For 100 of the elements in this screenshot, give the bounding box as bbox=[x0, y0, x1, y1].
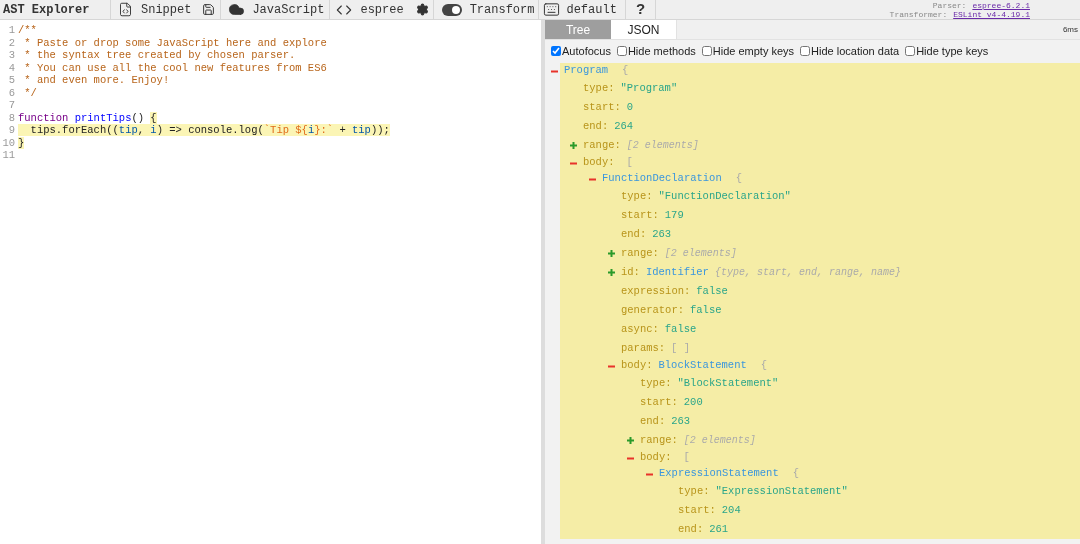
line-number: 3 bbox=[7, 49, 16, 62]
option-checkbox[interactable] bbox=[800, 46, 811, 56]
line-number: 1 bbox=[7, 24, 16, 37]
property-value: 264 bbox=[614, 118, 634, 134]
cloud-icon bbox=[228, 1, 246, 18]
property-key: range: bbox=[640, 432, 678, 449]
property-key: generator: bbox=[621, 302, 684, 319]
property-value: "BlockStatement" bbox=[677, 375, 779, 391]
property-key: range: bbox=[621, 245, 659, 262]
property-value: [ ] bbox=[671, 340, 690, 356]
expand-icon[interactable] bbox=[627, 437, 634, 444]
version-link[interactable]: espree-6.2.1 bbox=[972, 1, 1030, 10]
option-label: Hide type keys bbox=[916, 43, 989, 59]
line-number: 2 bbox=[7, 36, 16, 49]
help-button[interactable]: ? bbox=[625, 0, 656, 19]
option-checkbox[interactable] bbox=[701, 46, 712, 56]
output-tab[interactable]: JSON bbox=[611, 20, 677, 39]
collapsed-summary: [2 elements] bbox=[683, 434, 756, 448]
expand-icon[interactable] bbox=[570, 142, 577, 149]
line-number: 10 bbox=[1, 136, 16, 149]
transform-button[interactable]: Transform bbox=[433, 0, 539, 19]
parser-button[interactable]: espree bbox=[330, 0, 412, 19]
keymap-button[interactable]: default bbox=[539, 0, 625, 19]
toggle-on-icon bbox=[441, 3, 462, 16]
property-value: 261 bbox=[709, 521, 729, 537]
property-key: type: bbox=[640, 375, 672, 392]
expand-icon[interactable] bbox=[608, 250, 615, 257]
save-icon bbox=[202, 3, 216, 16]
property-value: 200 bbox=[683, 394, 703, 410]
option-label: Hide location data bbox=[811, 43, 900, 59]
option-checkbox[interactable] bbox=[616, 46, 627, 56]
version-label: Transformer: bbox=[889, 10, 948, 19]
property-key: start: bbox=[621, 207, 659, 224]
option-label: Hide methods bbox=[627, 43, 696, 59]
property-value: "Program" bbox=[620, 80, 678, 96]
parse-time: 6ms bbox=[1062, 23, 1079, 36]
property-key: type: bbox=[583, 80, 615, 97]
property-value: 0 bbox=[626, 99, 634, 115]
collapsed-summary: {type, start, end, range, name} bbox=[714, 266, 901, 280]
property-key: start: bbox=[640, 394, 678, 411]
file-code-icon bbox=[118, 2, 133, 17]
property-key: expression: bbox=[621, 283, 691, 300]
option-checkbox[interactable] bbox=[551, 46, 561, 56]
property-key: end: bbox=[678, 521, 704, 538]
property-value: "FunctionDeclaration" bbox=[658, 188, 791, 204]
code-line: */ bbox=[23, 86, 37, 99]
property-key: start: bbox=[583, 99, 621, 116]
code-line: * You can use all the cool new features from ES6 bbox=[23, 61, 327, 74]
property-key: end: bbox=[583, 118, 609, 135]
option-label: Hide empty keys bbox=[712, 43, 795, 59]
property-key: type: bbox=[621, 188, 653, 205]
collapsed-summary: [2 elements] bbox=[626, 139, 699, 153]
property-key: body: bbox=[640, 450, 672, 466]
code-line: tips.forEach((tip, i) => console.log(`Tip ${i}:` + tip)); bbox=[18, 124, 390, 137]
version-link[interactable]: ESLint v4-4.19.1 bbox=[953, 10, 1030, 19]
property-value: 204 bbox=[721, 502, 741, 518]
option-label: Autofocus bbox=[562, 43, 611, 59]
line-number: 7 bbox=[7, 99, 16, 112]
code-line: * the syntax tree created by chosen parser. bbox=[23, 49, 296, 62]
property-key: body: bbox=[621, 358, 653, 374]
line-number: 5 bbox=[7, 74, 16, 87]
property-value: "ExpressionStatement" bbox=[715, 483, 848, 499]
property-key: range: bbox=[583, 137, 621, 154]
code-line: function printTips() { bbox=[18, 111, 157, 124]
property-key: start: bbox=[678, 502, 716, 519]
version-label: Parser: bbox=[932, 1, 967, 10]
open-bracket: { bbox=[792, 466, 800, 482]
open-bracket: { bbox=[622, 63, 629, 79]
collapsed-summary: [2 elements] bbox=[664, 247, 737, 261]
line-number: 4 bbox=[7, 61, 16, 74]
code-line: * Paste or drop some JavaScript here and explore bbox=[23, 36, 327, 49]
property-key: end: bbox=[621, 226, 647, 243]
property-value: false bbox=[664, 321, 697, 337]
line-number: 11 bbox=[1, 149, 16, 162]
property-value: false bbox=[696, 283, 728, 299]
property-value: 179 bbox=[664, 207, 684, 223]
property-value: false bbox=[690, 302, 722, 318]
open-bracket: { bbox=[735, 171, 743, 187]
open-bracket: [ bbox=[683, 450, 690, 466]
line-number: 6 bbox=[7, 86, 16, 99]
line-number: 8 bbox=[7, 111, 16, 124]
expand-icon[interactable] bbox=[608, 269, 615, 276]
code-line: /** bbox=[18, 24, 37, 37]
settings-icon bbox=[415, 3, 429, 16]
app-title: AST Explorer bbox=[2, 1, 91, 19]
property-value: 263 bbox=[671, 413, 691, 429]
property-key: id: bbox=[621, 264, 640, 281]
snippet-button[interactable]: Snippet bbox=[111, 0, 198, 19]
property-key: params: bbox=[621, 340, 666, 357]
option-checkbox[interactable] bbox=[905, 46, 916, 56]
property-key: async: bbox=[621, 321, 659, 338]
open-bracket: [ bbox=[626, 155, 633, 171]
property-key: end: bbox=[640, 413, 666, 430]
property-key: type: bbox=[678, 483, 710, 500]
property-key: body: bbox=[583, 155, 615, 171]
open-bracket: { bbox=[760, 358, 768, 374]
language-button[interactable]: JavaScript bbox=[221, 0, 330, 19]
line-number: 9 bbox=[7, 124, 16, 137]
keyboard-icon bbox=[543, 1, 561, 18]
code-line: * and even more. Enjoy! bbox=[23, 74, 170, 87]
